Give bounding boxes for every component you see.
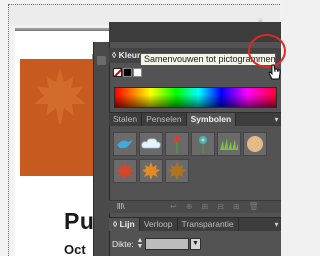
panel-collapse-icon[interactable]: ◊ [112, 50, 116, 60]
blue-flower-icon [199, 136, 207, 153]
orange-leaf-graphic[interactable] [20, 59, 100, 176]
sun-icon [247, 136, 263, 152]
red-leaf-icon [116, 162, 134, 180]
duplicate-symbol-icon[interactable]: ⊞ [233, 201, 240, 212]
panel-menu-icon[interactable]: ▾ [272, 218, 281, 231]
tab-kleur[interactable]: ◊ Kleur [112, 49, 140, 62]
tab-symbolen[interactable]: Symbolen [186, 113, 237, 126]
panel-menu-icon[interactable]: ▾ [272, 113, 281, 126]
symbol-flower-blue[interactable] [191, 132, 215, 156]
symbol-bird[interactable] [113, 132, 137, 156]
symbol-flower-red[interactable] [165, 132, 189, 156]
panel-collapse-icon[interactable]: ◊ [113, 219, 117, 229]
document-title-text: Pu [64, 208, 95, 234]
collapsed-panel-strip [93, 42, 109, 256]
symbols-actions: ↩ ⊕ ⊞ ⊟ ⊞ 🗑 [170, 201, 259, 212]
symbol-cloud[interactable] [139, 132, 163, 156]
tab-kleur-label: Kleur [118, 50, 141, 60]
symbol-leaf-red[interactable] [113, 159, 137, 183]
tab-stalen[interactable]: Stalen [109, 113, 143, 126]
grass-icon [220, 138, 238, 150]
black-swatch[interactable] [123, 68, 132, 77]
orange-leaf-icon [142, 162, 160, 180]
symbols-grid [113, 132, 278, 190]
dock-menu-icon[interactable]: ≡ [258, 16, 281, 25]
place-symbol-icon[interactable]: ↩ [170, 201, 177, 212]
bird-icon [117, 140, 133, 149]
stepper-down-icon[interactable]: ▼ [136, 243, 144, 250]
break-link-icon[interactable]: ⊕ [186, 201, 193, 212]
new-symbol-icon[interactable]: ⊟ [217, 201, 224, 212]
symbol-leaf-orange[interactable] [139, 159, 163, 183]
maple-leaf-icon [34, 68, 86, 124]
color-fill-stroke-swatches [113, 66, 143, 80]
stroke-weight-stepper[interactable]: ▲ ▼ [136, 237, 144, 250]
tab-verloop[interactable]: Verloop [140, 218, 178, 231]
tab-lijn-label: Lijn [119, 219, 135, 229]
panel-dock-header[interactable] [109, 22, 281, 42]
symbol-leaf-brown[interactable] [165, 159, 189, 183]
collapsed-panel-icon[interactable] [97, 56, 106, 65]
document-subtitle-text: Oct [64, 242, 86, 256]
delete-symbol-icon[interactable]: 🗑 [249, 201, 259, 212]
library-panel-tabs: Stalen Penselen Symbolen [109, 113, 281, 126]
symbol-grass[interactable] [217, 132, 241, 156]
none-swatch[interactable] [113, 68, 122, 77]
pointer-hand-icon [268, 64, 282, 84]
brown-leaf-icon [168, 162, 186, 180]
tab-lijn[interactable]: ◊ Lijn [109, 218, 140, 231]
bleed-guide-top [8, 4, 280, 5]
symbol-libraries-icon[interactable]: lll\ [117, 201, 125, 212]
color-spectrum-bar[interactable] [114, 87, 277, 108]
flower-icon [174, 136, 180, 153]
stroke-weight-input[interactable] [145, 238, 189, 250]
tab-penselen[interactable]: Penselen [142, 113, 187, 126]
cloud-icon [141, 138, 161, 149]
stroke-weight-dropdown[interactable]: ▼ [190, 238, 201, 250]
stroke-weight-label: Dikte: [112, 239, 134, 249]
bleed-guide-left [8, 4, 9, 256]
tab-transparantie[interactable]: Transparantie [178, 218, 239, 231]
symbol-sun[interactable] [243, 132, 267, 156]
tooltip: Samenvouwen tot pictogrammen [140, 53, 276, 66]
symbol-options-icon[interactable]: ⊞ [201, 201, 208, 212]
stroke-panel-tabs: ◊ Lijn Verloop Transparantie [109, 218, 281, 231]
white-swatch[interactable] [133, 68, 142, 77]
